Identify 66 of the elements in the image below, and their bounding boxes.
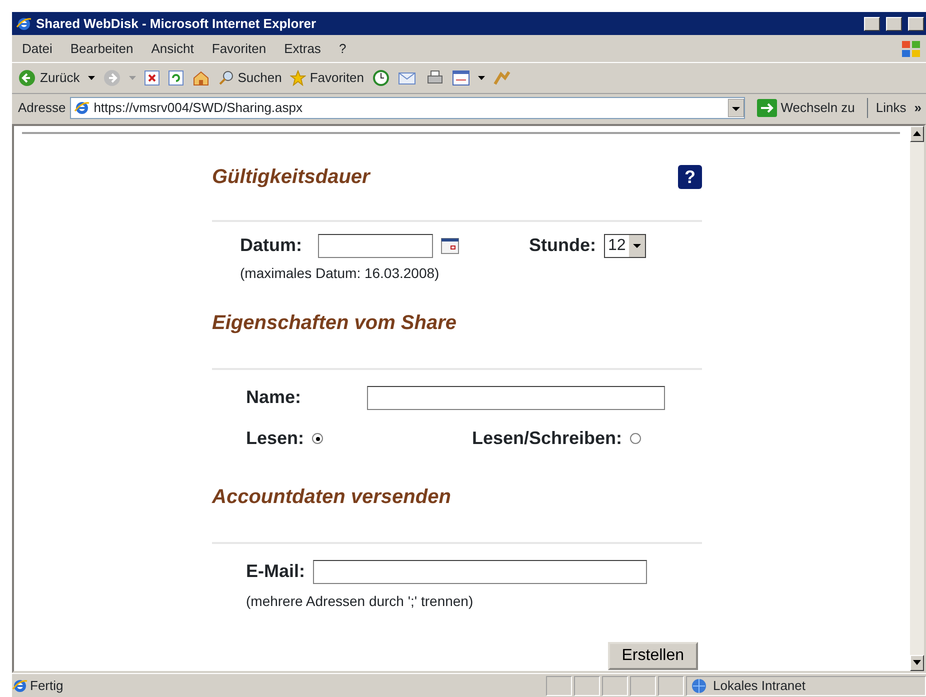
menu-item[interactable]: Extras — [284, 38, 321, 58]
close-button[interactable] — [908, 16, 924, 30]
stop-icon[interactable] — [144, 70, 160, 86]
history-icon[interactable] — [372, 69, 390, 87]
links-button[interactable]: Links — [866, 98, 906, 118]
caret-icon — [628, 234, 645, 256]
star-icon — [290, 70, 306, 86]
status-pane — [630, 676, 656, 696]
search-button[interactable]: Suchen — [218, 68, 282, 88]
address-label: Adresse — [18, 99, 66, 118]
page-icon — [12, 678, 28, 694]
back-button[interactable]: Zurück — [18, 68, 80, 88]
create-button[interactable]: Erstellen — [608, 642, 698, 670]
menu-item[interactable]: Ansicht — [151, 38, 194, 58]
scroll-up-button[interactable] — [910, 126, 924, 142]
radio-option[interactable]: Lesen: — [246, 425, 472, 452]
browser-logo-icon — [16, 16, 32, 32]
section-heading: Eigenschaften vom Share — [212, 311, 458, 336]
dropdown-arrow-icon[interactable] — [88, 76, 95, 80]
field-label: Datum: — [240, 234, 302, 257]
field-label: Name: — [246, 386, 302, 409]
up-arrow-icon — [913, 131, 921, 136]
go-button[interactable]: Wechseln zu — [756, 98, 855, 118]
refresh-icon[interactable] — [168, 70, 184, 86]
menu-item[interactable]: Bearbeiten — [70, 38, 134, 58]
zone-text: Lokales Intranet — [713, 676, 806, 695]
radio-option[interactable]: Lesen/Schreiben: — [472, 425, 642, 452]
intranet-globe-icon — [691, 678, 709, 694]
page-icon — [74, 100, 90, 116]
menu-item[interactable]: Datei — [22, 38, 52, 58]
windows-logo-icon — [900, 38, 922, 58]
name-field[interactable] — [367, 386, 665, 410]
printer-icon[interactable] — [426, 70, 444, 86]
calendar-icon[interactable] — [441, 238, 459, 254]
scrollbar[interactable] — [910, 126, 924, 671]
section-heading: Accountdaten versenden — [212, 485, 452, 510]
help-button[interactable]: ? — [678, 165, 702, 189]
email-field[interactable] — [313, 560, 648, 584]
scroll-down-button[interactable] — [910, 655, 924, 671]
status-pane — [574, 676, 600, 696]
status-pane — [546, 676, 572, 696]
field-label: E-Mail: — [246, 560, 306, 583]
dropdown-arrow-icon[interactable] — [478, 76, 486, 80]
section-heading: Gültigkeitsdauer — [212, 165, 370, 190]
menu-item[interactable]: Favoriten — [212, 38, 266, 58]
date-field[interactable] — [318, 234, 433, 258]
dropdown-button-icon[interactable] — [728, 99, 744, 117]
home-icon[interactable] — [192, 70, 210, 86]
envelope-icon[interactable] — [398, 70, 418, 86]
status-pane — [658, 676, 684, 696]
address-field[interactable]: https://vmsrv004/SWD/Sharing.aspx — [70, 97, 745, 119]
minimize-button[interactable] — [864, 16, 880, 30]
hour-select[interactable]: 12 — [604, 234, 646, 258]
status-pane — [602, 676, 628, 696]
menu-item[interactable]: ? — [338, 38, 346, 58]
window-title: Shared WebDisk - Microsoft Internet Explorer — [36, 14, 316, 33]
maximize-button[interactable] — [886, 16, 902, 30]
hint-text: (maximales Datum: 16.03.2008) — [239, 264, 440, 283]
down-arrow-icon — [913, 660, 921, 666]
edit-icon[interactable] — [452, 70, 470, 86]
status-text: Fertig — [30, 676, 64, 695]
favorites-button[interactable]: Favoriten — [290, 68, 364, 88]
more-button[interactable]: » — [914, 98, 922, 118]
search-icon — [218, 70, 234, 86]
field-label: Stunde: — [529, 234, 596, 257]
hint-text: (mehrere Adressen durch ';' trennen) — [245, 592, 474, 611]
